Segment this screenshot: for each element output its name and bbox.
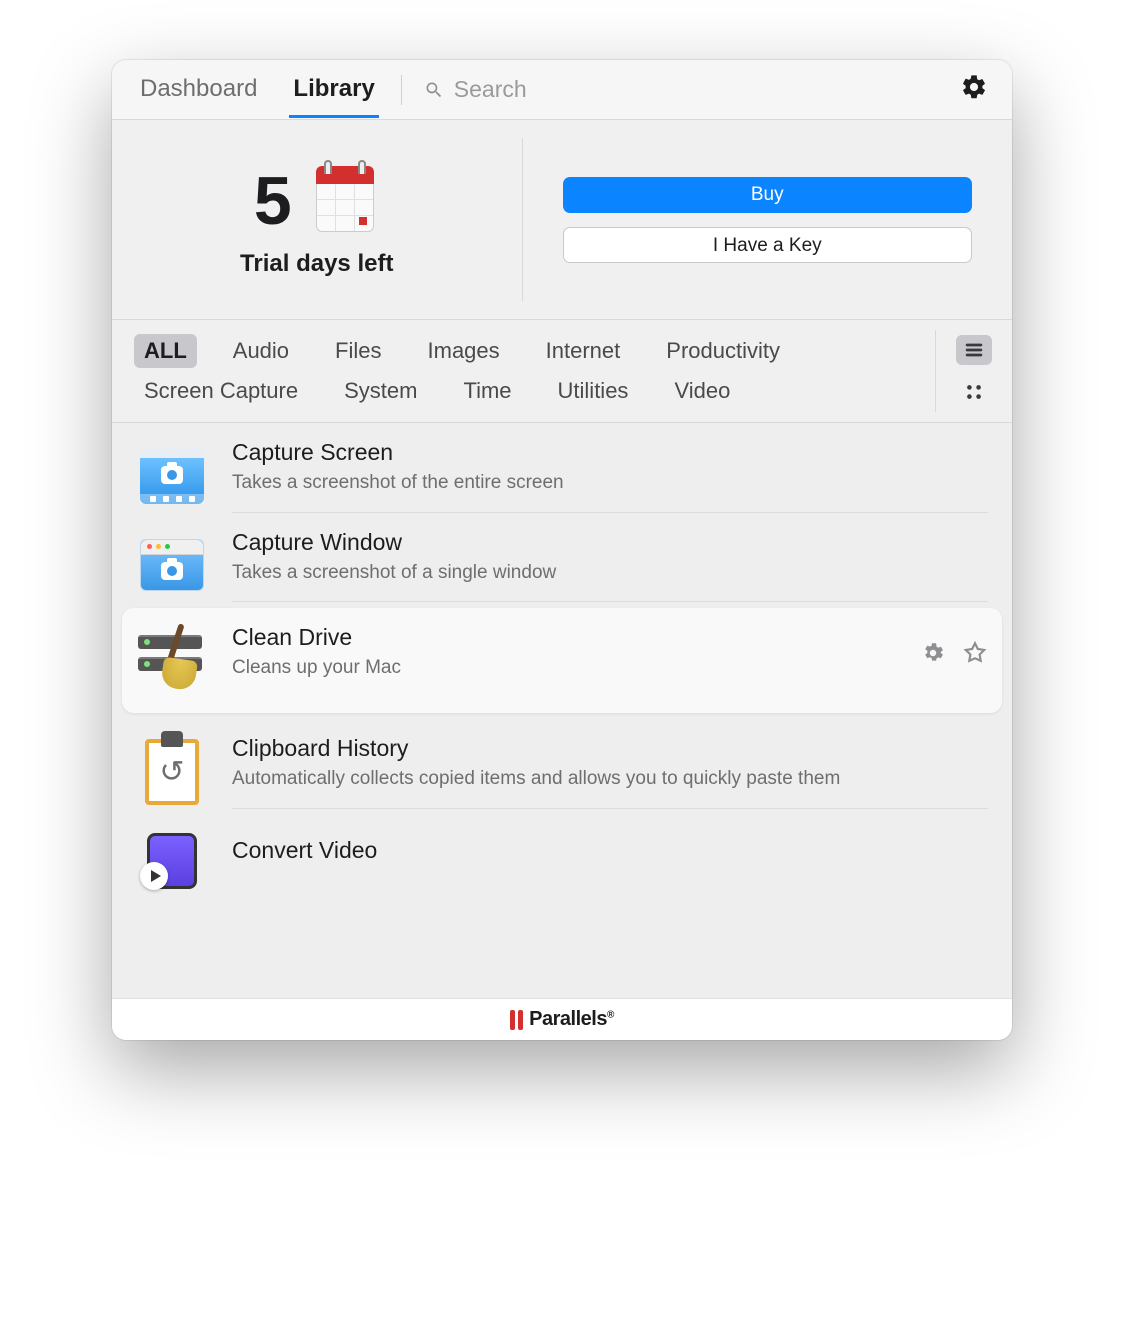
tool-desc: Takes a screenshot of the entire screen <box>232 470 988 496</box>
tool-desc: Takes a screenshot of a single window <box>232 560 988 586</box>
main-tabs: Dashboard Library <box>136 61 379 118</box>
trial-banner: 5 Trial days left Buy I Have a Key <box>112 120 1012 320</box>
tab-library[interactable]: Library <box>289 61 378 118</box>
filter-audio[interactable]: Audio <box>223 334 299 368</box>
list-icon <box>962 339 986 361</box>
tool-desc: Cleans up your Mac <box>232 655 896 681</box>
search-field[interactable]: Search <box>424 76 960 103</box>
tool-clipboard-history[interactable]: ↺ Clipboard History Automatically collec… <box>112 719 1012 809</box>
header-bar: Dashboard Library Search <box>112 60 1012 120</box>
tool-title: Clean Drive <box>232 624 896 651</box>
app-window: Dashboard Library Search 5 <box>112 60 1012 1040</box>
gear-icon <box>960 73 988 101</box>
settings-button[interactable] <box>960 73 988 106</box>
trial-days-count: 5 <box>254 162 292 240</box>
filter-images[interactable]: Images <box>418 334 510 368</box>
list-view-button[interactable] <box>956 335 992 365</box>
trial-actions: Buy I Have a Key <box>523 120 1013 319</box>
tool-convert-video[interactable]: Convert Video <box>112 809 1012 897</box>
tool-title: Clipboard History <box>232 735 988 762</box>
search-placeholder: Search <box>454 76 527 103</box>
filter-system[interactable]: System <box>334 374 427 408</box>
filter-bar: ALL Audio Files Images Internet Producti… <box>112 320 1012 423</box>
filter-video[interactable]: Video <box>664 374 740 408</box>
tool-desc: Automatically collects copied items and … <box>232 766 988 792</box>
clean-drive-icon <box>136 625 208 697</box>
filter-screen-capture[interactable]: Screen Capture <box>134 374 308 408</box>
view-toggle <box>935 330 1012 412</box>
buy-button[interactable]: Buy <box>563 177 973 213</box>
capture-window-icon <box>136 529 208 601</box>
search-icon <box>424 80 444 100</box>
tool-capture-screen[interactable]: Capture Screen Takes a screenshot of the… <box>112 423 1012 513</box>
have-key-button[interactable]: I Have a Key <box>563 227 973 263</box>
filter-productivity[interactable]: Productivity <box>656 334 790 368</box>
grid-icon <box>962 381 986 403</box>
tool-settings-icon[interactable] <box>920 640 946 666</box>
filter-all[interactable]: ALL <box>134 334 197 368</box>
tool-capture-window[interactable]: Capture Window Takes a screenshot of a s… <box>112 513 1012 603</box>
convert-video-icon <box>136 825 208 897</box>
filter-internet[interactable]: Internet <box>536 334 631 368</box>
trial-status: 5 Trial days left <box>112 138 523 301</box>
capture-screen-icon <box>136 440 208 512</box>
filter-utilities[interactable]: Utilities <box>548 374 639 408</box>
filter-time[interactable]: Time <box>453 374 521 408</box>
footer-brand: Parallels® <box>529 1008 614 1031</box>
clipboard-history-icon: ↺ <box>136 736 208 808</box>
grid-view-button[interactable] <box>956 377 992 407</box>
parallels-logo-icon <box>510 1010 523 1030</box>
favorite-star-icon[interactable] <box>962 640 988 666</box>
tool-title: Convert Video <box>232 837 988 864</box>
trial-caption: Trial days left <box>240 250 393 278</box>
tool-title: Capture Window <box>232 529 988 556</box>
tool-list: Capture Screen Takes a screenshot of the… <box>112 423 1012 998</box>
header-separator <box>401 75 402 105</box>
filter-files[interactable]: Files <box>325 334 391 368</box>
tab-dashboard[interactable]: Dashboard <box>136 61 261 118</box>
filter-tags: ALL Audio Files Images Internet Producti… <box>112 320 935 422</box>
tool-title: Capture Screen <box>232 439 988 466</box>
tool-clean-drive[interactable]: Clean Drive Cleans up your Mac <box>122 608 1002 713</box>
tool-actions <box>920 640 988 682</box>
calendar-icon <box>310 166 380 236</box>
footer: Parallels® <box>112 998 1012 1040</box>
